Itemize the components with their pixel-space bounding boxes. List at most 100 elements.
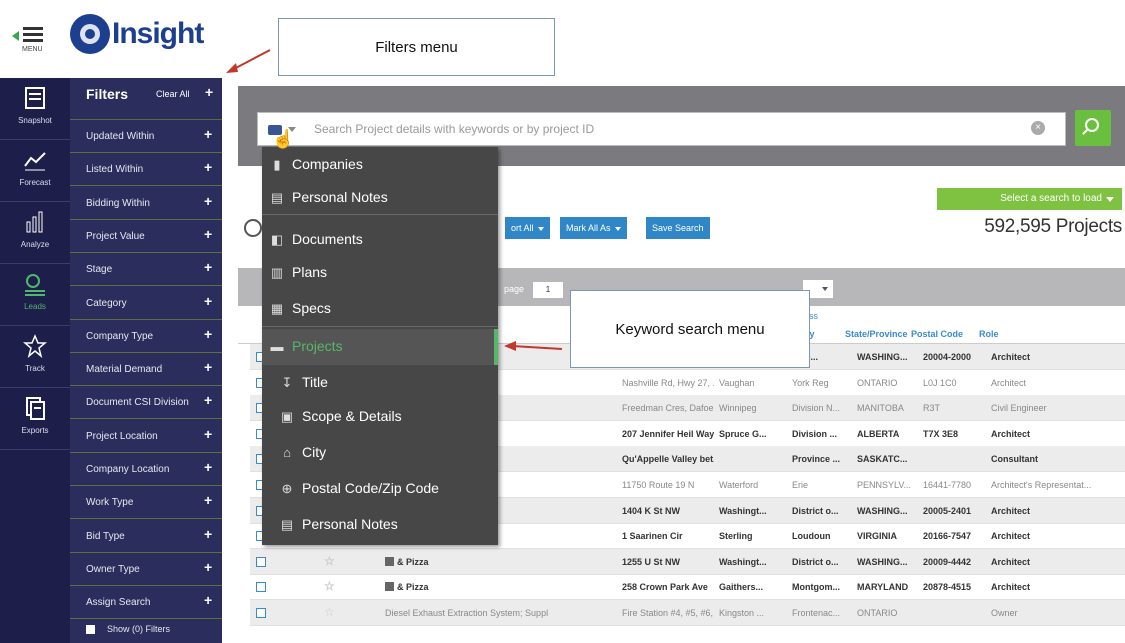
- menu-separator: [262, 326, 498, 327]
- menu-item-title[interactable]: ↧ Title: [262, 365, 498, 401]
- plus-icon[interactable]: +: [204, 293, 212, 309]
- cell-county-text: Montgom...: [792, 582, 840, 593]
- filter-category[interactable]: Category +: [70, 287, 222, 320]
- filter-material-demand[interactable]: Material Demand +: [70, 353, 222, 387]
- menu-item-documents[interactable]: ◧ Documents: [262, 222, 498, 258]
- cell-name-text: & Pizza: [397, 582, 429, 593]
- table-row[interactable]: ☆ & Pizza 1255 U St NW Washingt... District …: [250, 548, 1125, 575]
- clear-all-plus-icon[interactable]: +: [205, 84, 213, 100]
- rail-item-analyze[interactable]: Analyze: [0, 202, 70, 264]
- save-search-button[interactable]: Save Search: [646, 217, 710, 239]
- cell-state: PENNSYLV...: [857, 480, 919, 490]
- cell-role-text: Architect: [991, 582, 1031, 593]
- filter-company-type[interactable]: Company Type +: [70, 320, 222, 353]
- rail-item-snapshot[interactable]: Snapshot: [0, 78, 70, 140]
- rail-item-forecast[interactable]: Forecast: [0, 140, 70, 202]
- filter-project-value[interactable]: Project Value +: [70, 220, 222, 253]
- plus-icon[interactable]: +: [204, 159, 212, 175]
- row-checkbox[interactable]: [256, 608, 266, 618]
- insight-logo[interactable]: Insight: [70, 14, 204, 54]
- plus-icon[interactable]: +: [204, 259, 212, 275]
- role-header[interactable]: Role: [979, 329, 999, 339]
- filter-label: Stage: [86, 264, 113, 276]
- cell-city-text: Gaithers...: [719, 582, 764, 593]
- plus-icon[interactable]: +: [204, 326, 212, 342]
- clear-all-link[interactable]: Clear All: [156, 89, 190, 99]
- plus-icon[interactable]: +: [204, 592, 212, 608]
- plus-icon[interactable]: +: [204, 526, 212, 542]
- rail-item-track[interactable]: Track: [0, 326, 70, 388]
- filter-bidding-within[interactable]: Bidding Within +: [70, 187, 222, 220]
- menu-item-specs[interactable]: ▦ Specs: [262, 291, 498, 327]
- filter-work-type[interactable]: Work Type +: [70, 486, 222, 520]
- menu-item-plans[interactable]: ▥ Plans: [262, 255, 498, 291]
- state-header[interactable]: State/Province: [845, 329, 908, 339]
- menu-item-personal-notes[interactable]: ▤ Personal Notes: [262, 180, 498, 216]
- cell-state-text: ONTARIO: [857, 377, 898, 388]
- cell-address-text: Nashville Rd, Hwy 27, ...: [622, 377, 714, 388]
- table-row[interactable]: ☆ Diesel Exhaust Extraction System; Suppl…: [250, 600, 1125, 626]
- select-all-radio[interactable]: [244, 219, 262, 237]
- mark-all-button[interactable]: Mark All As: [560, 217, 627, 239]
- search-bar[interactable]: Search Project details with keywords or …: [257, 112, 1066, 146]
- menu-item-companies[interactable]: ▮ Companies: [262, 147, 498, 183]
- cell-postal: 20878-4515: [923, 582, 987, 592]
- plus-icon[interactable]: +: [204, 359, 212, 375]
- plus-icon[interactable]: +: [204, 426, 212, 442]
- show-filters-toggle[interactable]: Show (0) Filters: [70, 619, 222, 643]
- page-number-input[interactable]: 1: [533, 282, 563, 298]
- plus-icon[interactable]: +: [204, 126, 212, 142]
- table-row[interactable]: ☆ & Pizza 258 Crown Park Ave Gaithers... Mon…: [250, 574, 1125, 601]
- menu-item-city[interactable]: ⌂ City: [262, 435, 498, 471]
- clear-search-icon[interactable]: ×: [1031, 121, 1045, 135]
- cell-city-text: Washingt...: [719, 505, 767, 516]
- plus-icon[interactable]: +: [204, 459, 212, 475]
- menu-item-label: Postal Code/Zip Code: [302, 480, 439, 496]
- logo-mark-icon: [70, 14, 110, 54]
- row-checkbox[interactable]: [256, 582, 266, 593]
- export-all-button[interactable]: ort All: [505, 217, 550, 239]
- cell-state-text: WASHING...: [857, 505, 908, 516]
- track-star-icon[interactable]: ☆: [324, 605, 335, 619]
- filter-label: Document CSI Division: [86, 397, 189, 409]
- menu-item-scope-details[interactable]: ▣ Scope & Details: [262, 399, 498, 435]
- search-button[interactable]: [1075, 110, 1111, 146]
- plus-icon[interactable]: +: [204, 392, 212, 408]
- cell-role: Architect: [991, 506, 1116, 516]
- per-page-label: page: [504, 284, 525, 294]
- row-checkbox[interactable]: [256, 556, 266, 567]
- rail-item-leads[interactable]: Leads: [0, 264, 70, 326]
- plus-icon[interactable]: +: [204, 193, 212, 209]
- plus-icon[interactable]: +: [204, 559, 212, 575]
- filter-owner-type[interactable]: Owner Type +: [70, 553, 222, 586]
- postal-header[interactable]: Postal Code: [911, 329, 963, 339]
- menu-item-projects[interactable]: ▬ Projects: [262, 329, 498, 365]
- filter-bid-type[interactable]: Bid Type +: [70, 520, 222, 553]
- cell-county: Division N...: [792, 403, 852, 413]
- plus-icon[interactable]: +: [204, 492, 212, 508]
- cell-postal-text: 16441-7780: [923, 480, 972, 490]
- cell-county: Frontenac...: [792, 608, 852, 618]
- track-star-icon[interactable]: ☆: [324, 554, 335, 568]
- filter-project-location[interactable]: Project Location +: [70, 420, 222, 453]
- cell-role: Architect: [991, 582, 1116, 592]
- menu-item-postal-code-zip-code[interactable]: ⊕ Postal Code/Zip Code: [262, 471, 498, 507]
- filter-document-csi-division[interactable]: Document CSI Division +: [70, 386, 222, 420]
- saved-search-dropdown[interactable]: Select a search to load: [937, 188, 1122, 210]
- track-star-icon[interactable]: ☆: [324, 579, 335, 593]
- filter-label: Material Demand: [86, 364, 163, 376]
- filter-assign-search[interactable]: Assign Search +: [70, 586, 222, 620]
- cell-city-text: Washingt...: [719, 556, 767, 567]
- project-tag-icon: [385, 582, 394, 592]
- menu-button[interactable]: MENU: [12, 22, 48, 56]
- filter-listed-within[interactable]: Listed Within +: [70, 153, 222, 187]
- search-input[interactable]: Search Project details with keywords or …: [314, 122, 594, 136]
- filter-company-location[interactable]: Company Location +: [70, 453, 222, 486]
- rail-item-exports[interactable]: Exports: [0, 388, 70, 450]
- cell-city-text: Kingston ...: [719, 608, 765, 618]
- show-filters-checkbox[interactable]: [86, 625, 95, 634]
- menu-item-personal-notes[interactable]: ▤ Personal Notes: [262, 507, 498, 543]
- filter-stage[interactable]: Stage +: [70, 253, 222, 287]
- plus-icon[interactable]: +: [204, 226, 212, 242]
- filter-updated-within[interactable]: Updated Within +: [70, 120, 222, 153]
